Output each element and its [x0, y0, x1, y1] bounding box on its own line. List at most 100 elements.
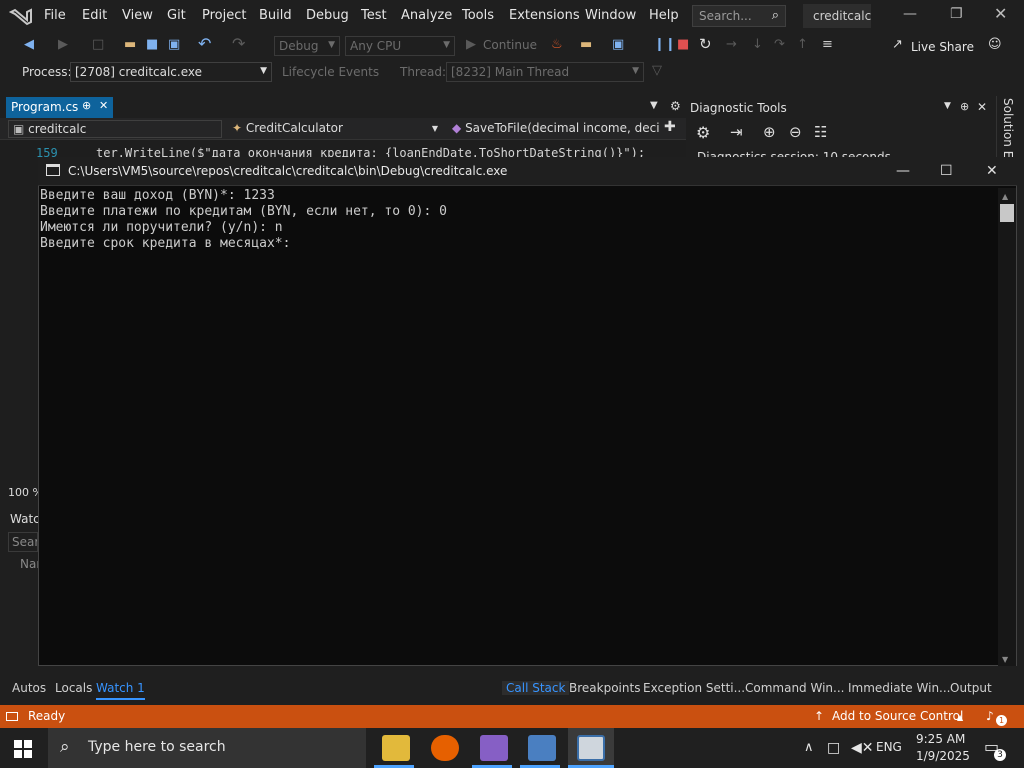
windows-start-icon[interactable]	[14, 740, 32, 758]
menu-item-debug[interactable]: Debug	[306, 8, 349, 23]
window-icon[interactable]: ▣	[612, 37, 624, 52]
thread-dropdown[interactable]: [8232] Main Thread ▼	[446, 62, 644, 82]
search-input[interactable]: Search... ⌕	[692, 5, 786, 27]
diag-export-icon[interactable]: ⇥	[730, 123, 743, 141]
panel-close-icon[interactable]: ✕	[977, 100, 987, 114]
live-share-button[interactable]: Live Share	[911, 40, 974, 54]
back-icon[interactable]: ◀	[24, 37, 34, 52]
breakpoint-layout-icon[interactable]: ≡	[822, 37, 833, 52]
member-nav-dropdown[interactable]: ◆ SaveToFile(decimal income, decim	[448, 120, 660, 138]
menu-item-window[interactable]: Window	[585, 8, 636, 23]
solution-explorer-label[interactable]: Solution Ex	[1001, 98, 1015, 165]
stop-icon[interactable]: ■	[677, 37, 689, 52]
input-language[interactable]: ENG	[876, 740, 902, 754]
clock-date[interactable]: 1/9/2025	[916, 749, 970, 763]
settings-icon[interactable]: ⚙	[670, 99, 681, 113]
menu-item-project[interactable]: Project	[202, 8, 246, 23]
menu-item-build[interactable]: Build	[259, 8, 292, 23]
console-scroll-thumb[interactable]	[1000, 204, 1014, 222]
tab-call-stack[interactable]: Call Stack	[502, 681, 570, 695]
console-close-icon[interactable]: ✕	[986, 163, 998, 179]
clock-time[interactable]: 9:25 AM	[916, 732, 965, 746]
console-scrollbar[interactable]: ▲ ▼	[998, 188, 1016, 666]
forward-icon[interactable]: ▶	[58, 37, 68, 52]
pause-icon[interactable]: ❙❙	[654, 37, 676, 52]
menu-item-tools[interactable]: Tools	[462, 8, 494, 23]
file-explorer-icon[interactable]	[382, 735, 410, 761]
restart-icon[interactable]: ↻	[699, 35, 712, 53]
console-minimize-icon[interactable]: —	[896, 163, 910, 179]
save-icon[interactable]: ■	[146, 37, 158, 52]
network-app-icon[interactable]	[528, 735, 556, 761]
console-maximize-icon[interactable]: ☐	[940, 163, 953, 179]
solution-configuration-dropdown[interactable]: Debug ▼	[274, 36, 340, 56]
class-nav-dropdown[interactable]: ✦ CreditCalculator ▼	[228, 120, 442, 138]
scroll-down-icon[interactable]: ▼	[1002, 655, 1008, 664]
tab-locals[interactable]: Locals	[55, 681, 92, 695]
zoom-in-icon[interactable]: ⊕	[763, 123, 776, 141]
taskbar-search-box[interactable]: ⌕ Type here to search	[48, 728, 366, 768]
tab-program-cs[interactable]: Program.cs ⊕ ✕	[6, 97, 113, 118]
menu-item-git[interactable]: Git	[167, 8, 186, 23]
menu-item-view[interactable]: View	[122, 8, 153, 23]
menu-item-file[interactable]: File	[44, 8, 66, 23]
reset-zoom-icon[interactable]: ☷	[814, 123, 827, 141]
panel-dropdown-icon[interactable]: ▼	[944, 101, 951, 111]
visual-studio-logo-icon[interactable]	[9, 6, 33, 26]
redo-icon[interactable]: ↷	[232, 34, 245, 53]
save-all-icon[interactable]: ▣	[168, 37, 180, 52]
step-out-icon[interactable]: ↑	[797, 37, 808, 52]
tab-command-window[interactable]: Command Win...	[745, 681, 844, 695]
browse-icon[interactable]: ▬	[580, 37, 592, 52]
menu-item-analyze[interactable]: Analyze	[401, 8, 452, 23]
tab-list-dropdown-icon[interactable]: ▼	[650, 100, 658, 111]
menu-item-test[interactable]: Test	[361, 8, 387, 23]
tab-immediate-window[interactable]: Immediate Win...	[848, 681, 951, 695]
step-into-icon[interactable]: ↓	[752, 37, 763, 52]
visual-studio-taskbar-icon[interactable]	[480, 735, 508, 761]
continue-icon[interactable]: ▶	[466, 37, 476, 52]
notifications-bell-icon[interactable]: ♪	[986, 709, 994, 723]
menu-item-help[interactable]: Help	[649, 8, 679, 23]
split-editor-icon[interactable]: ✚	[664, 119, 676, 135]
console-output[interactable]: Введите ваш доход (BYN)*: 1233 Введите пл…	[40, 188, 998, 666]
undo-icon[interactable]: ↶	[198, 34, 211, 53]
solution-name-badge[interactable]: creditcalc	[803, 4, 871, 28]
lifecycle-events-button[interactable]: Lifecycle Events	[282, 65, 379, 79]
tab-exception-settings[interactable]: Exception Setti...	[643, 681, 745, 695]
panel-pin-icon[interactable]: ⊕	[960, 100, 969, 113]
tab-output[interactable]: Output	[950, 681, 992, 695]
firefox-icon[interactable]	[431, 735, 459, 761]
open-folder-icon[interactable]: ▬	[124, 37, 136, 52]
step-over-icon[interactable]: ↷	[774, 37, 785, 52]
pin-icon[interactable]: ⊕	[82, 99, 91, 112]
watch-search-input[interactable]: Searc	[8, 532, 38, 552]
hot-reload-icon[interactable]: ♨	[551, 37, 563, 52]
show-next-statement-icon[interactable]: →	[726, 37, 737, 52]
add-to-source-control-button[interactable]: Add to Source Control	[832, 709, 963, 723]
volume-muted-icon[interactable]: ◀✕	[851, 740, 874, 756]
project-nav-dropdown[interactable]: ▣ creditcalc	[8, 120, 222, 138]
tab-watch-1[interactable]: Watch 1	[96, 681, 145, 700]
tab-breakpoints[interactable]: Breakpoints	[569, 681, 640, 695]
restore-icon[interactable]: ❐	[950, 6, 963, 22]
close-icon[interactable]: ✕	[994, 4, 1007, 23]
show-hidden-icons-icon[interactable]: ∧	[804, 740, 814, 755]
tab-autos[interactable]: Autos	[12, 681, 46, 695]
menu-item-edit[interactable]: Edit	[82, 8, 107, 23]
solution-platform-dropdown[interactable]: Any CPU ▼	[345, 36, 455, 56]
tab-close-icon[interactable]: ✕	[99, 99, 108, 112]
diag-settings-icon[interactable]: ⚙	[696, 123, 710, 142]
scroll-up-icon[interactable]: ▲	[1002, 192, 1008, 201]
filter-icon[interactable]: ▽	[652, 63, 662, 78]
continue-button[interactable]: Continue	[483, 38, 537, 52]
new-item-icon[interactable]: □	[92, 37, 104, 52]
zoom-out-icon[interactable]: ⊖	[789, 123, 802, 141]
console-taskbar-icon[interactable]	[577, 735, 605, 761]
menu-item-extensions[interactable]: Extensions	[509, 8, 580, 23]
live-share-icon[interactable]: ↗	[892, 37, 903, 52]
feedback-icon[interactable]: ☺	[988, 37, 1002, 52]
process-dropdown[interactable]: [2708] creditcalc.exe ▼	[70, 62, 272, 82]
minimize-icon[interactable]: —	[903, 6, 917, 22]
network-icon[interactable]: □	[827, 740, 840, 756]
